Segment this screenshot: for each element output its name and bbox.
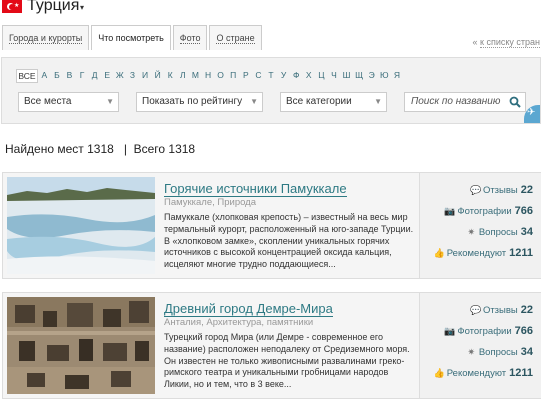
letter-filter[interactable]: Ю: [378, 69, 391, 83]
letter-filter[interactable]: Й: [151, 69, 164, 83]
pamukkale-photo[interactable]: [7, 177, 155, 274]
letter-filter-all[interactable]: ВСЕ: [16, 69, 38, 83]
camera-icon: 📷: [444, 326, 456, 336]
letter-filter[interactable]: Н: [202, 69, 215, 83]
letter-filter[interactable]: Ж: [114, 69, 127, 83]
letter-filter[interactable]: Г: [76, 69, 89, 83]
letter-filter[interactable]: Ф: [290, 69, 303, 83]
lightbulb-icon: ✷: [467, 227, 476, 237]
letter-filter[interactable]: Я: [391, 69, 404, 83]
place-card: Древний город Демре-Мира Анталия, Архите…: [2, 292, 541, 399]
chevron-down-icon[interactable]: ▾: [80, 3, 84, 12]
letter-filter[interactable]: А: [38, 69, 51, 83]
recommend-stat[interactable]: 👍 Рекомендуют 1211: [434, 367, 533, 379]
letter-filter[interactable]: О: [214, 69, 227, 83]
reviews-stat[interactable]: 💬 Отзывы 22: [470, 304, 533, 316]
photos-stat[interactable]: 📷 Фотографии 766: [444, 325, 533, 337]
place-stats: 💬 Отзывы 22 📷 Фотографии 766 ✷ Вопросы 34 👍 Рек…: [419, 293, 541, 398]
letter-filter[interactable]: Е: [101, 69, 114, 83]
country-title[interactable]: Турция: [27, 0, 79, 15]
place-title[interactable]: Древний город Демре-Мира: [164, 301, 333, 317]
place-stats: 💬 Отзывы 22 📷 Фотографии 766 ✷ Вопросы 34 👍 Рек…: [419, 173, 541, 278]
chevron-down-icon: ▼: [250, 97, 258, 106]
letter-filter[interactable]: М: [189, 69, 202, 83]
place-category: Анталия, Архитектура, памятники: [164, 317, 314, 328]
letter-filter[interactable]: Ц: [315, 69, 328, 83]
tab-about-country[interactable]: О стране: [209, 25, 262, 50]
letter-filter[interactable]: И: [139, 69, 152, 83]
chevron-down-icon: ▼: [106, 97, 114, 106]
section-tabs: Города и курорты Что посмотреть Фото О с…: [2, 25, 264, 50]
letter-filter[interactable]: У: [277, 69, 290, 83]
letter-filter[interactable]: Т: [265, 69, 278, 83]
search-icon[interactable]: [509, 96, 521, 108]
letter-filter[interactable]: В: [63, 69, 76, 83]
result-counts: Найдено мест 1318 | Всего 1318: [5, 142, 196, 156]
tab-photos[interactable]: Фото: [172, 25, 208, 50]
place-title[interactable]: Горячие источники Памуккале: [164, 181, 347, 197]
letter-filter[interactable]: Ш: [340, 69, 353, 83]
thumbs-up-icon: 👍: [433, 248, 445, 258]
letter-filter[interactable]: Д: [88, 69, 101, 83]
letter-filter[interactable]: Х: [302, 69, 315, 83]
lightbulb-icon: ✷: [467, 347, 476, 357]
alphabet-filter: ВСЕ А Б В Г Д Е Ж З И Й К Л М Н О П Р С Т У Ф Х Ц Ч Ш Щ Э Ю Я: [16, 69, 403, 83]
letter-filter[interactable]: Э: [365, 69, 378, 83]
back-to-countries-link[interactable]: « к списку стран: [473, 37, 540, 48]
letter-filter[interactable]: С: [252, 69, 265, 83]
chevron-down-icon: ▼: [374, 97, 382, 106]
speech-bubble-icon: 💬: [469, 185, 482, 195]
speech-bubble-icon: 💬: [469, 305, 482, 315]
places-dropdown[interactable]: Все места ▼: [18, 92, 119, 112]
tab-cities[interactable]: Города и курорты: [2, 25, 90, 50]
thumbs-up-icon: 👍: [433, 368, 445, 378]
demre-myra-photo[interactable]: [7, 297, 155, 394]
letter-filter[interactable]: Б: [51, 69, 64, 83]
questions-stat[interactable]: ✷ Вопросы 34: [466, 226, 533, 238]
map-corner-icon[interactable]: [524, 105, 540, 123]
search-input[interactable]: Поиск по названию: [404, 92, 526, 112]
questions-stat[interactable]: ✷ Вопросы 34: [466, 346, 533, 358]
place-description: Турецкий город Мира (или Демре - совреме…: [164, 332, 410, 390]
letter-filter[interactable]: З: [126, 69, 139, 83]
letter-filter[interactable]: Л: [177, 69, 190, 83]
filter-panel: ВСЕ А Б В Г Д Е Ж З И Й К Л М Н О П Р С Т У Ф Х Ц Ч Ш Щ Э Ю Я Все мес…: [1, 57, 541, 124]
letter-filter[interactable]: Р: [240, 69, 253, 83]
place-category: Памуккале, Природа: [164, 197, 257, 208]
photos-stat[interactable]: 📷 Фотографии 766: [444, 205, 533, 217]
letter-filter[interactable]: Ч: [328, 69, 341, 83]
letter-filter[interactable]: П: [227, 69, 240, 83]
categories-dropdown[interactable]: Все категории ▼: [280, 92, 387, 112]
reviews-stat[interactable]: 💬 Отзывы 22: [470, 184, 533, 196]
camera-icon: 📷: [444, 206, 456, 216]
place-card: Горячие источники Памуккале Памуккале, П…: [2, 172, 541, 279]
rating-dropdown[interactable]: Показать по рейтингу ▼: [136, 92, 263, 112]
turkey-flag-icon: ★: [2, 0, 22, 13]
letter-filter[interactable]: К: [164, 69, 177, 83]
recommend-stat[interactable]: 👍 Рекомендуют 1211: [434, 247, 533, 259]
letter-filter[interactable]: Щ: [353, 69, 366, 83]
place-description: Памуккале (хлопковая крепость) – известн…: [164, 212, 414, 270]
tab-sights[interactable]: Что посмотреть: [91, 25, 171, 50]
